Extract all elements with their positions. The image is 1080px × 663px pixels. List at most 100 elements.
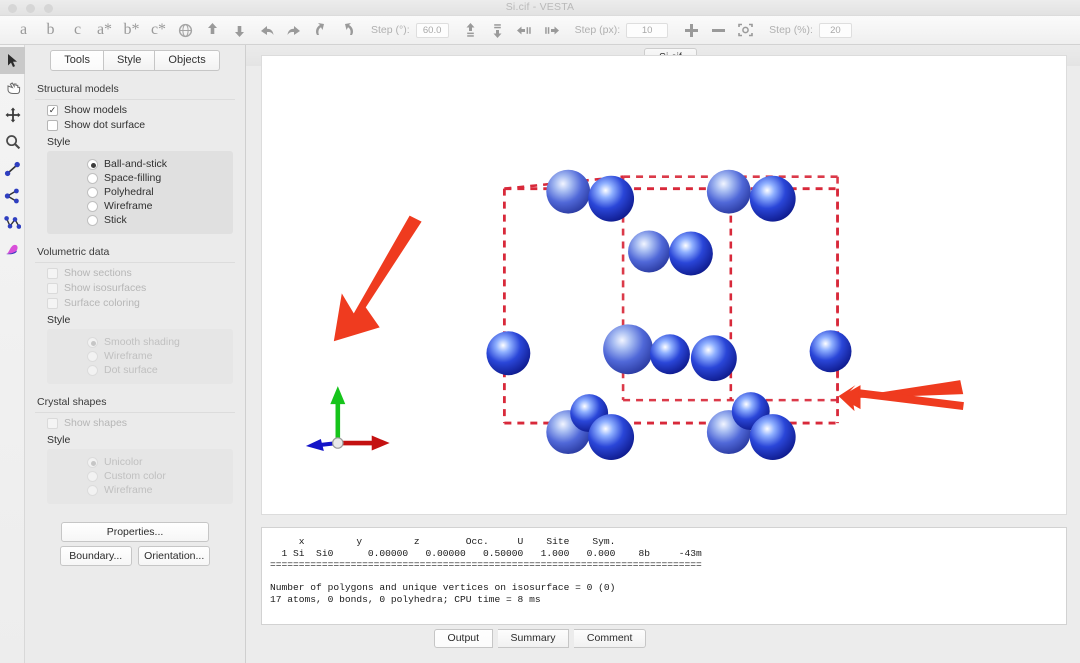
view-along-c-button[interactable]: c <box>64 21 91 39</box>
dihedral-angle-tool-button[interactable] <box>0 209 25 236</box>
translate-right-icon[interactable] <box>538 23 565 38</box>
radio-dot <box>87 172 98 184</box>
orientation-button[interactable]: Orientation... <box>138 546 211 566</box>
radio-dot-selected <box>87 456 98 468</box>
console-tab-bar: Output Summary Comment <box>0 628 1080 648</box>
zoom-tool-button[interactable] <box>0 128 25 155</box>
rotate-down-icon[interactable] <box>226 22 253 38</box>
radio-label: Space-filling <box>104 172 162 184</box>
tab-summary[interactable]: Summary <box>497 629 570 648</box>
volumetric-data-heading: Volumetric data <box>37 246 110 258</box>
volumetric-style-label: Style <box>47 314 71 326</box>
translate-down-icon[interactable] <box>484 22 511 39</box>
view-along-c-star-button[interactable]: c* <box>145 21 172 39</box>
translate-left-icon[interactable] <box>511 23 538 38</box>
properties-button[interactable]: Properties... <box>61 522 209 542</box>
tab-output[interactable]: Output <box>433 629 494 648</box>
checkbox-show-dot-surface[interactable]: Show dot surface <box>47 119 245 131</box>
bond-angle-tool-button[interactable] <box>0 182 25 209</box>
radio-dot <box>87 186 98 198</box>
zoom-in-icon[interactable] <box>678 22 705 39</box>
checkbox-show-shapes[interactable]: Show shapes <box>47 417 245 429</box>
radio-crystal-wireframe[interactable]: Wireframe <box>87 484 233 496</box>
structure-viewport[interactable] <box>261 55 1067 515</box>
radio-label: Polyhedral <box>104 186 154 198</box>
step-percent-input[interactable]: 20 <box>818 22 852 38</box>
left-tool-rail <box>0 45 25 663</box>
panel-button-group: Properties... Boundary... Orientation... <box>25 522 245 566</box>
step-pixels-label: Step (px): <box>574 24 621 36</box>
rotate-left-icon[interactable] <box>253 22 280 37</box>
structural-models-heading: Structural models <box>37 83 119 95</box>
isosurface-tool-button[interactable] <box>0 236 25 263</box>
radio-label: Custom color <box>104 470 166 482</box>
tab-style[interactable]: Style <box>103 50 156 71</box>
radio-custom-color[interactable]: Custom color <box>87 470 233 482</box>
radio-dot-surface[interactable]: Dot surface <box>87 364 233 376</box>
checkbox-show-models[interactable]: ✓ Show models <box>47 104 245 116</box>
tab-objects[interactable]: Objects <box>155 50 220 71</box>
radio-space-filling[interactable]: Space-filling <box>87 172 233 184</box>
step-degrees-label: Step (°): <box>371 24 410 36</box>
radio-dot <box>87 214 98 226</box>
radio-smooth-shading[interactable]: Smooth shading <box>87 336 233 348</box>
view-along-b-button[interactable]: b <box>37 21 64 39</box>
select-tool-button[interactable] <box>0 47 25 74</box>
volumetric-style-group: Smooth shading Wireframe Dot surface <box>47 329 233 384</box>
view-along-a-star-button[interactable]: a* <box>91 21 118 39</box>
rotate-up-icon[interactable] <box>199 22 226 38</box>
structural-style-label: Style <box>47 136 71 148</box>
window-title: Si.cif - VESTA <box>505 1 575 13</box>
view-along-a-button[interactable]: a <box>10 21 37 39</box>
checkbox-surface-coloring[interactable]: Surface coloring <box>47 297 245 309</box>
move-tool-button[interactable] <box>0 101 25 128</box>
radio-label: Stick <box>104 214 127 226</box>
radio-dot <box>87 484 98 496</box>
crystal-shapes-style-label: Style <box>47 434 71 446</box>
rotate-ccw-icon[interactable] <box>307 22 334 38</box>
annotation-arrow-left <box>333 215 422 342</box>
divider <box>35 99 235 100</box>
radio-stick[interactable]: Stick <box>87 214 233 226</box>
panel-tab-bar: Tools Style Objects <box>25 45 245 71</box>
radio-volumetric-wireframe[interactable]: Wireframe <box>87 350 233 362</box>
console-text: x y z Occ. U Site Sym. 1 Si Si0 0.00000 … <box>270 536 702 605</box>
radio-wireframe[interactable]: Wireframe <box>87 200 233 212</box>
boundary-button[interactable]: Boundary... <box>59 546 132 566</box>
checkbox-box <box>47 267 58 279</box>
silicon-crystal-structure <box>305 169 964 460</box>
radio-unicolor[interactable]: Unicolor <box>87 456 233 468</box>
checkbox-label: Show shapes <box>64 417 128 429</box>
checkbox-show-sections[interactable]: Show sections <box>47 267 245 279</box>
zoom-out-icon[interactable] <box>705 22 732 39</box>
translate-up-icon[interactable] <box>457 22 484 39</box>
globe-icon[interactable] <box>172 22 199 38</box>
fit-to-screen-icon[interactable] <box>732 22 759 38</box>
output-console[interactable]: x y z Occ. U Site Sym. 1 Si Si0 0.00000 … <box>261 527 1067 625</box>
radio-label: Wireframe <box>104 200 153 212</box>
view-along-b-star-button[interactable]: b* <box>118 21 145 39</box>
annotation-arrow-right <box>838 380 964 412</box>
radio-ball-and-stick[interactable]: Ball-and-stick <box>87 158 233 170</box>
rotate-cw-icon[interactable] <box>334 22 361 38</box>
checkbox-label: Show dot surface <box>64 119 146 131</box>
left-control-panel: Tools Style Objects Structural models ✓ … <box>25 45 246 663</box>
step-pixels-input[interactable]: 10 <box>626 22 669 38</box>
radio-dot <box>87 200 98 212</box>
checkbox-show-isosurfaces[interactable]: Show isosurfaces <box>47 282 245 294</box>
radio-label: Wireframe <box>104 350 153 362</box>
hand-tool-button[interactable] <box>0 74 25 101</box>
atom-layer-front <box>486 175 852 460</box>
tab-tools[interactable]: Tools <box>50 50 104 71</box>
radio-dot <box>87 364 98 376</box>
bond-distance-tool-button[interactable] <box>0 155 25 182</box>
top-toolbar: a b c a* b* c* Step (°): 60.0 Step (px):… <box>0 16 1080 45</box>
rotate-right-icon[interactable] <box>280 22 307 37</box>
crystal-shapes-style-group: Unicolor Custom color Wireframe <box>47 449 233 504</box>
checkbox-label: Surface coloring <box>64 297 140 309</box>
divider <box>35 412 235 413</box>
radio-polyhedral[interactable]: Polyhedral <box>87 186 233 198</box>
step-degrees-input[interactable]: 60.0 <box>415 22 449 38</box>
tab-comment[interactable]: Comment <box>573 629 647 648</box>
checkbox-label: Show sections <box>64 267 132 279</box>
